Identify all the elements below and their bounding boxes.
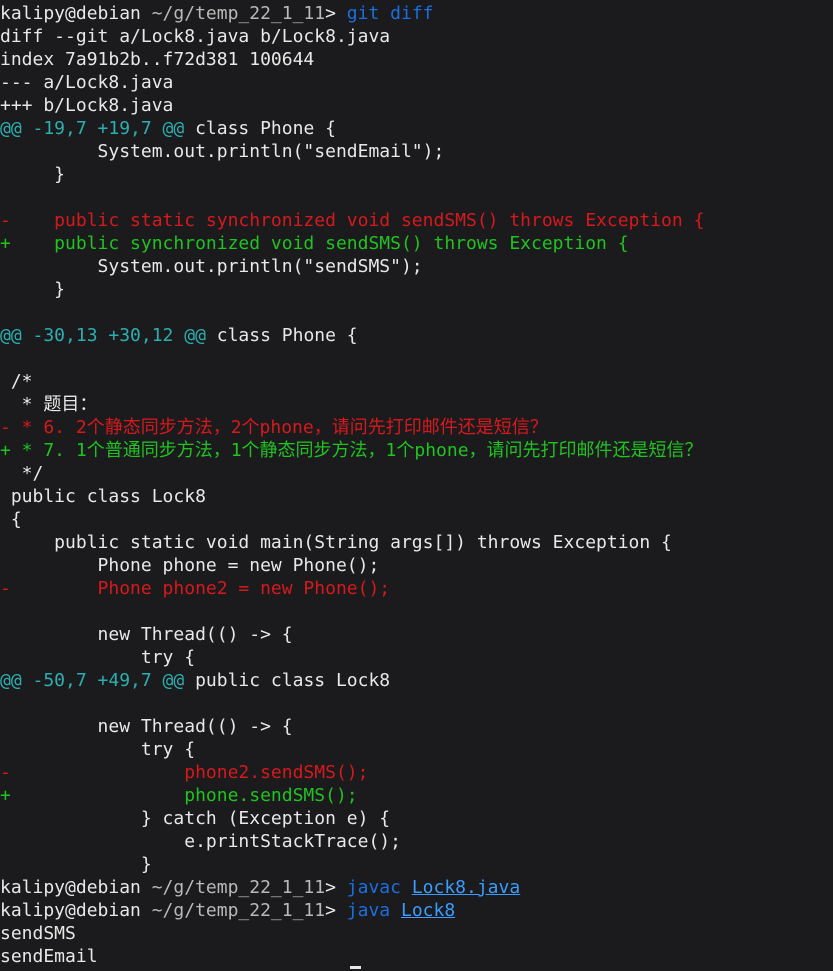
line-text: kalipy@debian xyxy=(0,3,152,24)
terminal-line: @@ -30,13 +30,12 @@ class Phone { xyxy=(0,324,833,347)
terminal-line: --- a/Lock8.java xyxy=(0,71,833,94)
removed-line-text: - phone2.sendSMS(); xyxy=(0,762,369,783)
terminal-line: Phone phone = new Phone(); xyxy=(0,554,833,577)
line-text: } xyxy=(0,279,66,300)
line-text: Phone phone = new Phone(); xyxy=(0,555,380,576)
removed-line-text: - * 6. 2个静态同步方法，2个phone，请问先打印邮件还是短信？ xyxy=(0,417,548,438)
line-text: kalipy@debian xyxy=(0,900,152,921)
shell-command: java xyxy=(346,900,401,921)
terminal-line: } xyxy=(0,163,833,186)
added-line-text: + * 7. 1个普通同步方法，1个静态同步方法，1个phone，请问先打印邮件… xyxy=(0,440,703,461)
line-text: public static void main(String args[]) t… xyxy=(0,532,672,553)
terminal-line: kalipy@debian ~/g/temp_22_1_11> java Loc… xyxy=(0,899,833,922)
terminal-output[interactable]: kalipy@debian ~/g/temp_22_1_11> git diff… xyxy=(0,2,833,971)
removed-line-text: - public static synchronized void sendSM… xyxy=(0,210,705,231)
line-text: > xyxy=(325,3,347,24)
terminal-line: new Thread(() -> { xyxy=(0,623,833,646)
terminal-line: { xyxy=(0,508,833,531)
terminal-line: new Thread(() -> { xyxy=(0,715,833,738)
line-text: } xyxy=(0,854,152,875)
terminal-line: */ xyxy=(0,462,833,485)
line-text: /* xyxy=(0,371,33,392)
terminal-line: * 题目： xyxy=(0,393,833,416)
terminal-line: try { xyxy=(0,646,833,669)
added-line-text: + public synchronized void sendSMS() thr… xyxy=(0,233,629,254)
terminal-line: + * 7. 1个普通同步方法，1个静态同步方法，1个phone，请问先打印邮件… xyxy=(0,439,833,462)
terminal-line: kalipy@debian ~/g/temp_22_1_11> git diff xyxy=(0,2,833,25)
terminal-line: - public static synchronized void sendSM… xyxy=(0,209,833,232)
terminal-line: @@ -50,7 +49,7 @@ public class Lock8 xyxy=(0,669,833,692)
prompt-path: ~/g/temp_22_1_11 xyxy=(151,3,326,24)
line-text: } xyxy=(0,164,66,185)
text-cursor xyxy=(350,966,361,969)
line-text: */ xyxy=(0,463,44,484)
line-text: +++ b/Lock8.java xyxy=(0,95,174,116)
shell-command: javac xyxy=(346,877,412,898)
line-text: > xyxy=(325,877,347,898)
line-text: class Phone { xyxy=(205,325,358,346)
line-text: new Thread(() -> { xyxy=(0,716,293,737)
terminal-line: - Phone phone2 = new Phone(); xyxy=(0,577,833,600)
file-link[interactable]: Lock8.java xyxy=(412,877,520,898)
terminal-line: /* xyxy=(0,370,833,393)
terminal-line: e.printStackTrace(); xyxy=(0,830,833,853)
removed-line-text: - Phone phone2 = new Phone(); xyxy=(0,578,391,599)
line-text: } catch (Exception e) { xyxy=(0,808,391,829)
line-text: { xyxy=(0,509,22,530)
line-text: --- a/Lock8.java xyxy=(0,72,174,93)
prompt-path: ~/g/temp_22_1_11 xyxy=(151,900,326,921)
hunk-header: @@ -50,7 +49,7 @@ xyxy=(0,670,185,691)
terminal-line: diff --git a/Lock8.java b/Lock8.java xyxy=(0,25,833,48)
line-text: > xyxy=(325,900,347,921)
line-text: e.printStackTrace(); xyxy=(0,831,401,852)
hunk-header: @@ -19,7 +19,7 @@ xyxy=(0,118,185,139)
shell-command: git diff xyxy=(346,3,434,24)
terminal-line: - * 6. 2个静态同步方法，2个phone，请问先打印邮件还是短信？ xyxy=(0,416,833,439)
terminal-line: } catch (Exception e) { xyxy=(0,807,833,830)
line-text: sendSMS xyxy=(0,923,76,944)
terminal-line: } xyxy=(0,278,833,301)
line-text: System.out.println("sendEmail"); xyxy=(0,141,445,162)
terminal-line: try { xyxy=(0,738,833,761)
terminal-line: + phone.sendSMS(); xyxy=(0,784,833,807)
terminal-line: sendEmail xyxy=(0,945,833,968)
terminal-line: kalipy@debian ~/g/temp_22_1_11> javac Lo… xyxy=(0,876,833,899)
line-text: try { xyxy=(0,739,196,760)
terminal-line: +++ b/Lock8.java xyxy=(0,94,833,117)
terminal-line: - phone2.sendSMS(); xyxy=(0,761,833,784)
line-text: index 7a91b2b..f72d381 100644 xyxy=(0,49,315,70)
line-text: diff --git a/Lock8.java b/Lock8.java xyxy=(0,26,391,47)
terminal-line: @@ -19,7 +19,7 @@ class Phone { xyxy=(0,117,833,140)
terminal-line: System.out.println("sendSMS"); xyxy=(0,255,833,278)
terminal-line: } xyxy=(0,853,833,876)
terminal-line: sendSMS xyxy=(0,922,833,945)
line-text: class Phone { xyxy=(184,118,336,139)
line-text: new Thread(() -> { xyxy=(0,624,293,645)
line-text: try { xyxy=(0,647,196,668)
line-text: public class Lock8 xyxy=(184,670,391,691)
line-text: kalipy@debian xyxy=(0,877,152,898)
terminal-line: public static void main(String args[]) t… xyxy=(0,531,833,554)
hunk-header: @@ -30,13 +30,12 @@ xyxy=(0,325,206,346)
terminal-line: public class Lock8 xyxy=(0,485,833,508)
terminal-line: System.out.println("sendEmail"); xyxy=(0,140,833,163)
line-text: public class Lock8 xyxy=(0,486,206,507)
line-text: * 题目： xyxy=(0,394,98,415)
prompt-path: ~/g/temp_22_1_11 xyxy=(151,877,326,898)
terminal-line: index 7a91b2b..f72d381 100644 xyxy=(0,48,833,71)
added-line-text: + phone.sendSMS(); xyxy=(0,785,358,806)
file-link[interactable]: Lock8 xyxy=(401,900,455,921)
line-text: System.out.println("sendSMS"); xyxy=(0,256,423,277)
line-text: sendEmail xyxy=(0,946,98,967)
terminal-line: + public synchronized void sendSMS() thr… xyxy=(0,232,833,255)
